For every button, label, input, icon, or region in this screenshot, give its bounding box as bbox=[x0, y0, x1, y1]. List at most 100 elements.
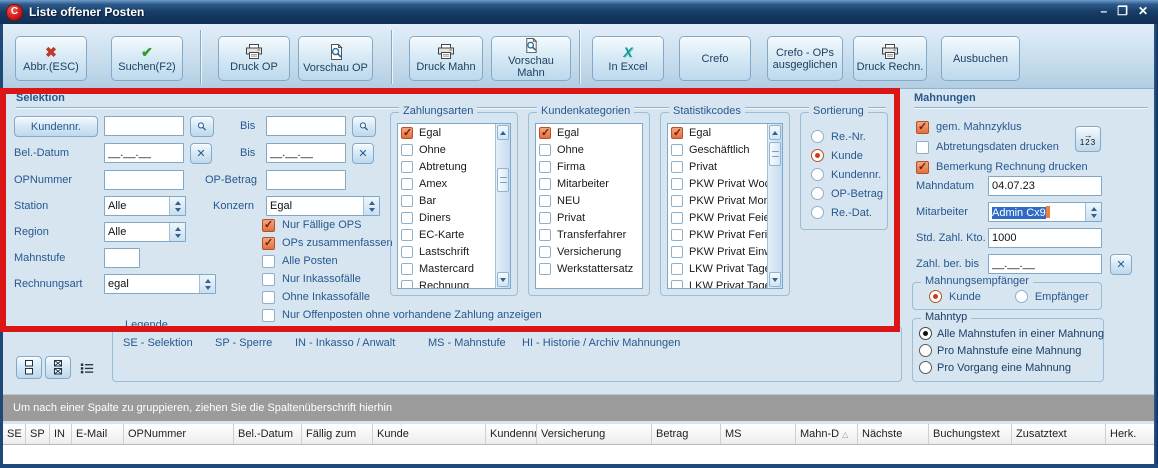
radio-icon[interactable] bbox=[811, 206, 824, 219]
list-item[interactable]: Egal bbox=[536, 124, 642, 141]
grid-column-header[interactable]: Versicherung bbox=[537, 424, 652, 444]
spinner-icon[interactable] bbox=[169, 223, 185, 241]
checkbox[interactable] bbox=[401, 178, 413, 190]
statistikcodes-listbox[interactable]: Egal Geschäftlich Privat PKW Privat Woch… bbox=[667, 123, 783, 289]
radio-row[interactable]: Re.-Nr. bbox=[811, 127, 885, 146]
list-item[interactable]: Geschäftlich bbox=[668, 141, 782, 158]
konzern-combo[interactable]: Egal bbox=[266, 196, 380, 216]
view-checked-cards-button[interactable] bbox=[45, 356, 71, 379]
checkbox[interactable] bbox=[671, 195, 683, 207]
view-list-button[interactable] bbox=[74, 356, 100, 379]
checkbox[interactable] bbox=[401, 212, 413, 224]
list-item[interactable]: Rechnung bbox=[398, 277, 510, 289]
list-item[interactable]: Ohne bbox=[536, 141, 642, 158]
kundenkategorien-listbox[interactable]: Egal Ohne Firma Mitarbeiter bbox=[535, 123, 643, 289]
radio-icon[interactable] bbox=[919, 327, 932, 340]
radio-icon[interactable] bbox=[811, 130, 824, 143]
list-item[interactable]: PKW Privat Feiertag bbox=[668, 209, 782, 226]
checkbox[interactable] bbox=[539, 127, 551, 139]
option-checkbox-row[interactable]: Bemerkung Rechnung drucken bbox=[916, 157, 1146, 177]
scroll-down-icon[interactable] bbox=[497, 272, 509, 287]
checkbox[interactable] bbox=[539, 246, 551, 258]
spinner-icon[interactable] bbox=[169, 197, 185, 215]
checkbox[interactable] bbox=[262, 309, 275, 322]
checkbox[interactable] bbox=[671, 178, 683, 190]
checkbox[interactable] bbox=[671, 263, 683, 275]
grid-column-header[interactable]: Kundennr. bbox=[486, 424, 537, 444]
checkbox[interactable] bbox=[262, 255, 275, 268]
list-item[interactable]: PKW Privat Woche bbox=[668, 175, 782, 192]
scroll-thumb[interactable] bbox=[769, 142, 781, 166]
checkbox[interactable] bbox=[671, 246, 683, 258]
scroll-up-icon[interactable] bbox=[497, 125, 509, 140]
scrollbar[interactable] bbox=[767, 124, 782, 288]
checkbox[interactable] bbox=[539, 195, 551, 207]
list-item[interactable]: Diners bbox=[398, 209, 510, 226]
radio-row[interactable]: Kundennr. bbox=[811, 165, 885, 184]
radio-icon[interactable] bbox=[811, 187, 824, 200]
checkbox[interactable] bbox=[539, 229, 551, 241]
bel-datum-bis-input[interactable] bbox=[266, 143, 346, 163]
radio-row[interactable]: Empfänger bbox=[1015, 290, 1089, 303]
kundennr-bis-input[interactable] bbox=[266, 116, 346, 136]
opnummer-input[interactable] bbox=[104, 170, 184, 190]
radio-icon[interactable] bbox=[811, 149, 824, 162]
list-item[interactable]: Bar bbox=[398, 192, 510, 209]
checkbox[interactable] bbox=[671, 280, 683, 290]
preview-op-button[interactable]: Vorschau OP bbox=[298, 36, 373, 81]
abort-button[interactable]: ✖ Abbr.(ESC) bbox=[15, 36, 87, 81]
radio-row[interactable]: Pro Mahnstufe eine Mahnung bbox=[919, 342, 1101, 359]
checkbox[interactable] bbox=[401, 229, 413, 241]
checkbox[interactable] bbox=[401, 144, 413, 156]
checkbox[interactable] bbox=[401, 263, 413, 275]
grid-column-header[interactable]: Buchungstext bbox=[929, 424, 1012, 444]
list-item[interactable]: Egal bbox=[398, 124, 510, 141]
list-item[interactable]: Privat bbox=[668, 158, 782, 175]
list-item[interactable]: Egal bbox=[668, 124, 782, 141]
radio-row[interactable]: Kunde bbox=[811, 146, 885, 165]
grid-column-header[interactable]: SP bbox=[26, 424, 50, 444]
grid-column-header[interactable]: Fällig zum bbox=[302, 424, 373, 444]
list-item[interactable]: Privat bbox=[536, 209, 642, 226]
print-op-button[interactable]: Druck OP bbox=[218, 36, 290, 81]
checkbox[interactable] bbox=[262, 273, 275, 286]
writeoff-button[interactable]: Ausbuchen bbox=[941, 36, 1020, 81]
grid-column-header[interactable]: Betrag bbox=[652, 424, 721, 444]
print-invoice-button[interactable]: Druck Rechn. bbox=[853, 36, 927, 81]
radio-row[interactable]: Kunde bbox=[929, 290, 981, 303]
grid-column-header[interactable]: Zusatztext bbox=[1012, 424, 1106, 444]
bel-datum-von-clear-button[interactable]: ✕ bbox=[190, 143, 212, 164]
radio-icon[interactable] bbox=[919, 344, 932, 357]
checkbox[interactable] bbox=[401, 280, 413, 290]
list-item[interactable]: Mitarbeiter bbox=[536, 175, 642, 192]
grid-column-header[interactable]: SE bbox=[3, 424, 26, 444]
checkbox[interactable] bbox=[671, 144, 683, 156]
grid-column-header[interactable]: Herk. bbox=[1106, 424, 1154, 444]
checkbox[interactable] bbox=[262, 219, 275, 232]
radio-row[interactable]: Pro Vorgang eine Mahnung bbox=[919, 359, 1101, 376]
checkbox[interactable] bbox=[671, 161, 683, 173]
spinner-icon[interactable] bbox=[199, 275, 215, 293]
kundennr-von-input[interactable] bbox=[104, 116, 184, 136]
checkbox[interactable] bbox=[671, 127, 683, 139]
grid-body[interactable] bbox=[3, 445, 1154, 464]
list-item[interactable]: Versicherung bbox=[536, 243, 642, 260]
list-item[interactable]: LKW Privat Tages. bbox=[668, 260, 782, 277]
list-item[interactable]: Amex bbox=[398, 175, 510, 192]
zahlungsarten-listbox[interactable]: Egal Ohne Abtretung Amex bbox=[397, 123, 511, 289]
preview-mahn-button[interactable]: Vorschau Mahn bbox=[491, 36, 571, 81]
grid-column-header[interactable]: Bel.-Datum bbox=[234, 424, 302, 444]
crefo-button[interactable]: Crefo bbox=[679, 36, 751, 81]
std-zahl-kto-input[interactable] bbox=[988, 228, 1102, 248]
list-item[interactable]: Abtretung bbox=[398, 158, 510, 175]
checkbox[interactable] bbox=[539, 144, 551, 156]
list-item[interactable]: LKW Privat Tages. bbox=[668, 277, 782, 289]
option-checkbox-row[interactable]: Abtretungsdaten drucken bbox=[916, 137, 1146, 157]
grid-column-header[interactable]: E-Mail bbox=[72, 424, 124, 444]
radio-row[interactable]: Alle Mahnstufen in einer Mahnung bbox=[919, 325, 1101, 342]
scrollbar[interactable] bbox=[495, 124, 510, 288]
option-checkbox-row[interactable]: Nur Offenposten ohne vorhandene Zahlung … bbox=[262, 306, 642, 324]
list-item[interactable]: Ohne bbox=[398, 141, 510, 158]
checkbox[interactable] bbox=[539, 178, 551, 190]
rechnungsart-combo[interactable]: egal bbox=[104, 274, 216, 294]
